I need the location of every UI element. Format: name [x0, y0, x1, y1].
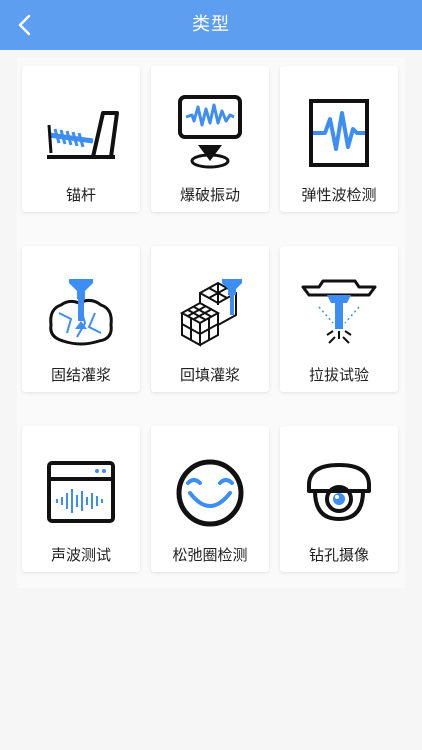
- type-card-backfill-grouting[interactable]: 回填灌浆: [151, 246, 269, 392]
- header-bar: 类型: [0, 0, 422, 50]
- type-card-label: 回填灌浆: [179, 366, 240, 384]
- type-card-borehole-camera[interactable]: 钻孔摄像: [280, 426, 398, 572]
- type-card-consolidation-grouting[interactable]: 固结灌浆: [22, 246, 140, 392]
- type-card-anchor-rod[interactable]: 锚杆: [22, 66, 140, 212]
- type-card-label: 钻孔摄像: [308, 546, 369, 564]
- type-card-label: 松弛圈检测: [172, 546, 248, 564]
- backfill-grouting-icon: [179, 279, 242, 347]
- elastic-wave-icon: [309, 99, 369, 167]
- type-card-label: 爆破振动: [179, 186, 240, 204]
- type-card-label: 固结灌浆: [50, 366, 111, 384]
- consolidation-grouting-icon: [49, 279, 113, 346]
- type-card-sonic-wave-test[interactable]: 声波测试: [22, 426, 140, 572]
- borehole-camera-icon: [307, 463, 371, 522]
- pull-out-test-icon: [301, 279, 377, 344]
- type-grid: 锚杆 爆破振动 弹性波检测 固结灌浆 回填灌浆 拉拔试验 声波测试 松弛圈检测 …: [17, 58, 405, 588]
- anchor-rod-icon: [47, 111, 119, 159]
- blast-vibration-icon: [178, 95, 242, 169]
- type-card-relaxation-circle[interactable]: 松弛圈检测: [151, 426, 269, 572]
- sonic-wave-test-icon: [47, 461, 115, 523]
- relaxation-circle-icon: [176, 459, 244, 527]
- type-card-label: 锚杆: [65, 186, 96, 204]
- type-card-blast-vibration[interactable]: 爆破振动: [151, 66, 269, 212]
- type-card-pull-out-test[interactable]: 拉拔试验: [280, 246, 398, 392]
- type-card-elastic-wave[interactable]: 弹性波检测: [280, 66, 398, 212]
- type-card-label: 弹性波检测: [301, 186, 377, 204]
- page-title: 类型: [192, 14, 230, 35]
- type-card-label: 声波测试: [50, 546, 111, 564]
- type-card-label: 拉拔试验: [308, 366, 369, 384]
